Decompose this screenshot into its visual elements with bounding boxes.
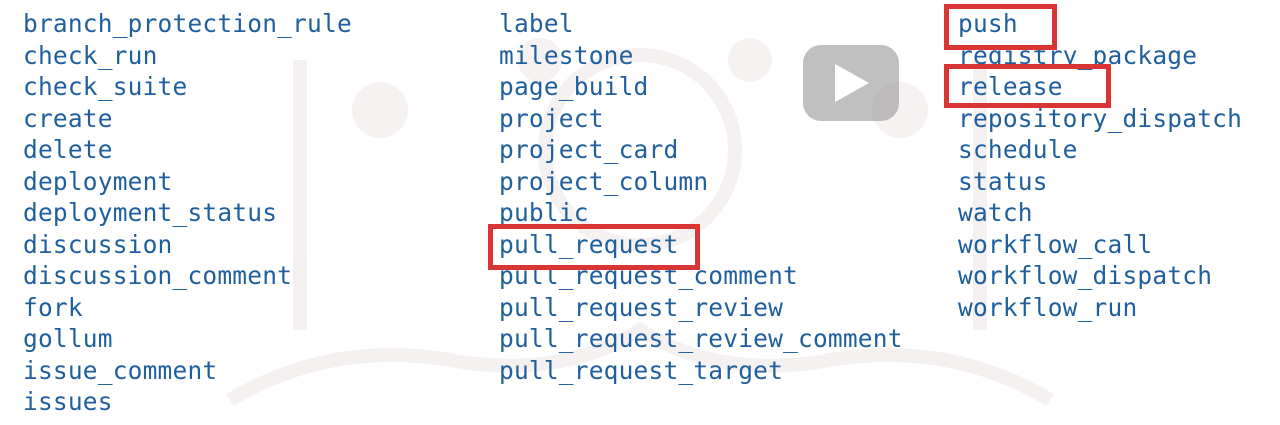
event-item-release: release [958, 72, 1063, 101]
event-item: pull_request_review [499, 292, 784, 322]
event-list-column-1: branch_protection_rule check_run check_s… [23, 8, 352, 418]
event-item: watch [958, 198, 1033, 227]
event-item: project_column [499, 166, 709, 196]
event-item: pull_request_review_comment [499, 324, 903, 353]
event-item: workflow_call [958, 229, 1153, 259]
video-play-button[interactable] [803, 45, 899, 121]
event-item: repository_dispatch [958, 103, 1243, 133]
event-item: branch_protection_rule [23, 9, 352, 38]
event-item: fork [23, 292, 83, 322]
event-item: workflow_run [958, 292, 1138, 322]
event-item: pull_request_comment [499, 261, 799, 290]
event-item: schedule [958, 135, 1078, 164]
event-item: pull_request_target [499, 355, 784, 385]
event-item-pull-request: pull_request [499, 229, 679, 259]
event-item: check_run [23, 40, 158, 70]
play-icon [835, 64, 869, 102]
event-item: discussion_comment [23, 261, 293, 290]
event-item: deployment_status [23, 198, 278, 227]
event-item: label [499, 9, 574, 38]
event-item: gollum [23, 324, 113, 353]
event-item: workflow_dispatch [958, 261, 1213, 290]
event-list-column-3: push registry_package release repository… [958, 8, 1242, 323]
event-item: discussion [23, 229, 173, 259]
event-item: status [958, 166, 1048, 196]
event-item: deployment [23, 166, 173, 196]
event-item: public [499, 198, 589, 227]
event-item: check_suite [23, 72, 188, 101]
event-item: project_card [499, 135, 679, 164]
event-item: create [23, 103, 113, 133]
event-item-push: push [958, 9, 1018, 38]
event-item: issue_comment [23, 355, 218, 385]
event-item: delete [23, 135, 113, 164]
event-item: registry_package [958, 40, 1198, 70]
event-item: issues [23, 387, 113, 416]
